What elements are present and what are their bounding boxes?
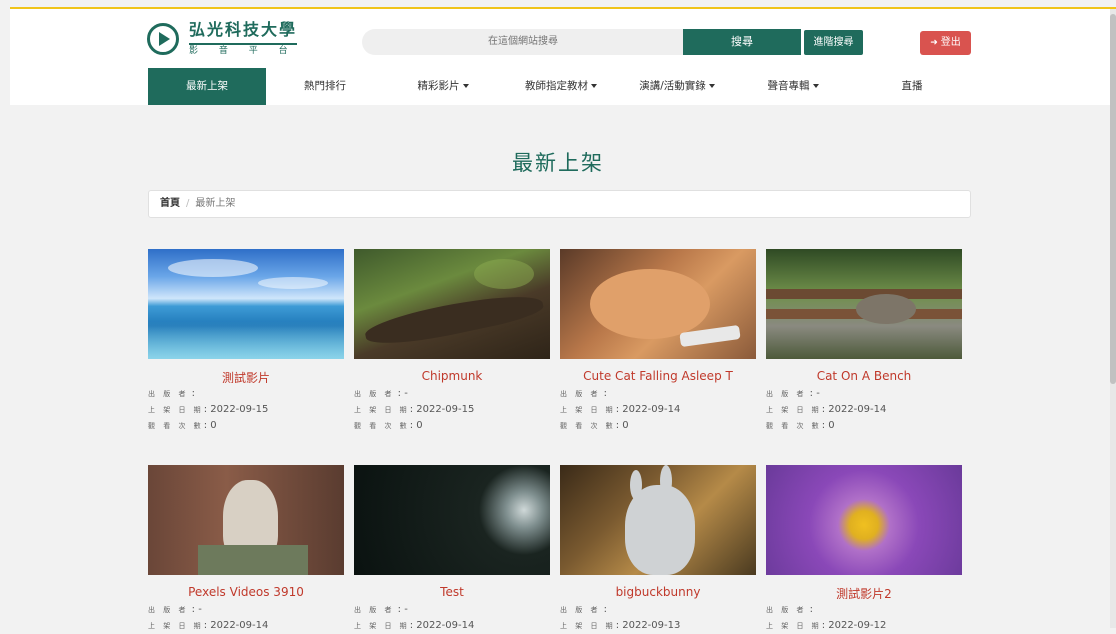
date-label: 上 架 日 期 — [560, 406, 616, 414]
nav-item-lectures[interactable]: 演講/活動實錄 — [618, 68, 736, 105]
nav-label: 最新上架 — [186, 80, 228, 92]
date-label: 上 架 日 期 — [560, 622, 616, 630]
publisher-label: 出 版 者 — [354, 390, 395, 398]
search-input[interactable] — [362, 29, 684, 55]
publisher-label: 出 版 者 — [354, 606, 395, 614]
video-card[interactable]: Chipmunk 出 版 者 : - 上 架 日 期: 2022-09-15 觀… — [354, 249, 550, 434]
date-label: 上 架 日 期 — [148, 622, 204, 630]
video-card[interactable]: 測試影片 出 版 者 : 上 架 日 期: 2022-09-15 觀 看 次 數… — [148, 249, 344, 434]
publisher-value: : - — [809, 388, 820, 399]
video-thumbnail-chipmunk[interactable] — [354, 249, 550, 359]
video-thumbnail-bigbuckbunny[interactable] — [560, 465, 756, 575]
nav-label: 直播 — [901, 80, 923, 92]
breadcrumb: 首頁 / 最新上架 — [148, 190, 971, 218]
page-title: 最新上架 — [512, 151, 604, 175]
video-title[interactable]: Test — [354, 585, 550, 599]
video-thumbnail-lotus[interactable] — [766, 465, 962, 575]
video-title[interactable]: Cat On A Bench — [766, 369, 962, 383]
nav-label: 聲音專輯 — [767, 80, 810, 92]
views-label: 觀 看 次 數 — [560, 422, 616, 430]
logout-icon: ➜ — [930, 38, 938, 48]
publisher-value: : - — [191, 604, 202, 615]
date-label: 上 架 日 期 — [766, 622, 822, 630]
nav-item-live[interactable]: 直播 — [853, 68, 971, 105]
nav-label: 教師指定教材 — [525, 80, 588, 92]
date-value: : 2022-09-14 — [821, 404, 887, 415]
breadcrumb-current: 最新上架 — [195, 198, 236, 209]
date-label: 上 架 日 期 — [766, 406, 822, 414]
caret-down-icon — [462, 84, 469, 88]
logout-label: 登出 — [940, 37, 961, 48]
nav-item-latest[interactable]: 最新上架 — [148, 68, 266, 105]
video-card[interactable]: Cute Cat Falling Asleep T 出 版 者 : 上 架 日 … — [560, 249, 756, 434]
nav-item-popular[interactable]: 熱門排行 — [266, 68, 384, 105]
video-card[interactable]: Pexels Videos 3910 出 版 者 : - 上 架 日 期: 20… — [148, 465, 344, 634]
logo-name: 弘光科技大學 — [189, 20, 298, 39]
publisher-label: 出 版 者 — [560, 606, 601, 614]
publisher-label: 出 版 者 — [560, 390, 601, 398]
date-value: : 2022-09-15 — [203, 404, 269, 415]
video-title[interactable]: Chipmunk — [354, 369, 550, 383]
date-value: : 2022-09-14 — [409, 620, 475, 631]
publisher-value: : — [603, 388, 608, 399]
advanced-search-button[interactable]: 進階搜尋 — [804, 30, 863, 55]
publisher-value: : — [809, 604, 814, 615]
date-value: : 2022-09-15 — [409, 404, 475, 415]
video-thumbnail-ocean[interactable] — [148, 249, 344, 359]
site-logo[interactable]: 弘光科技大學 影 音 平 台 — [147, 20, 298, 56]
nav-item-teaching[interactable]: 教師指定教材 — [502, 68, 620, 105]
views-label: 觀 看 次 數 — [148, 422, 204, 430]
publisher-value: : - — [397, 388, 408, 399]
publisher-value: : - — [397, 604, 408, 615]
publisher-label: 出 版 者 — [148, 606, 189, 614]
nav-item-audio[interactable]: 聲音專輯 — [734, 68, 852, 105]
publisher-value: : — [603, 604, 608, 615]
views-value: : 0 — [409, 420, 423, 431]
video-thumbnail-pexels[interactable] — [148, 465, 344, 575]
views-label: 觀 看 次 數 — [766, 422, 822, 430]
video-title[interactable]: Cute Cat Falling Asleep T — [560, 369, 756, 383]
logo-subtitle: 影 音 平 台 — [189, 43, 298, 56]
date-value: : 2022-09-12 — [821, 620, 887, 631]
nav-label: 熱門排行 — [304, 80, 346, 92]
main-nav: 最新上架 熱門排行 精彩影片 教師指定教材 演講/活動實錄 聲音專輯 直播 — [148, 68, 971, 105]
breadcrumb-separator: / — [186, 198, 190, 209]
breadcrumb-home[interactable]: 首頁 — [160, 198, 180, 209]
publisher-label: 出 版 者 — [766, 606, 807, 614]
video-thumbnail-test[interactable] — [354, 465, 550, 575]
date-value: : 2022-09-14 — [203, 620, 269, 631]
video-title[interactable]: 測試影片2 — [766, 585, 962, 599]
play-logo-icon — [147, 23, 179, 55]
date-label: 上 架 日 期 — [148, 406, 204, 414]
video-card[interactable]: 測試影片2 出 版 者 : 上 架 日 期: 2022-09-12 — [766, 465, 962, 634]
caret-down-icon — [708, 84, 715, 88]
video-card[interactable]: Test 出 版 者 : - 上 架 日 期: 2022-09-14 — [354, 465, 550, 634]
views-label: 觀 看 次 數 — [354, 422, 410, 430]
views-value: : 0 — [203, 420, 217, 431]
video-thumbnail-cat-asleep[interactable] — [560, 249, 756, 359]
search-button[interactable]: 搜尋 — [683, 29, 801, 55]
publisher-label: 出 版 者 — [766, 390, 807, 398]
video-title[interactable]: 測試影片 — [148, 369, 344, 383]
video-card[interactable]: bigbuckbunny 出 版 者 : 上 架 日 期: 2022-09-13 — [560, 465, 756, 634]
caret-down-icon — [591, 84, 597, 88]
nav-item-featured[interactable]: 精彩影片 — [384, 68, 502, 105]
video-card[interactable]: Cat On A Bench 出 版 者 : - 上 架 日 期: 2022-0… — [766, 249, 962, 434]
logout-button[interactable]: ➜ 登出 — [920, 31, 971, 55]
publisher-label: 出 版 者 — [148, 390, 189, 398]
views-value: : 0 — [821, 420, 835, 431]
date-label: 上 架 日 期 — [354, 622, 410, 630]
date-value: : 2022-09-13 — [615, 620, 681, 631]
date-value: : 2022-09-14 — [615, 404, 681, 415]
caret-down-icon — [812, 84, 819, 88]
publisher-value: : — [191, 388, 196, 399]
video-title[interactable]: bigbuckbunny — [560, 585, 756, 599]
nav-label: 精彩影片 — [417, 80, 460, 92]
scrollbar-thumb[interactable] — [1110, 14, 1116, 384]
nav-label: 演講/活動實錄 — [639, 80, 706, 92]
date-label: 上 架 日 期 — [354, 406, 410, 414]
video-title[interactable]: Pexels Videos 3910 — [148, 585, 344, 599]
views-value: : 0 — [615, 420, 629, 431]
video-thumbnail-cat-bench[interactable] — [766, 249, 962, 359]
